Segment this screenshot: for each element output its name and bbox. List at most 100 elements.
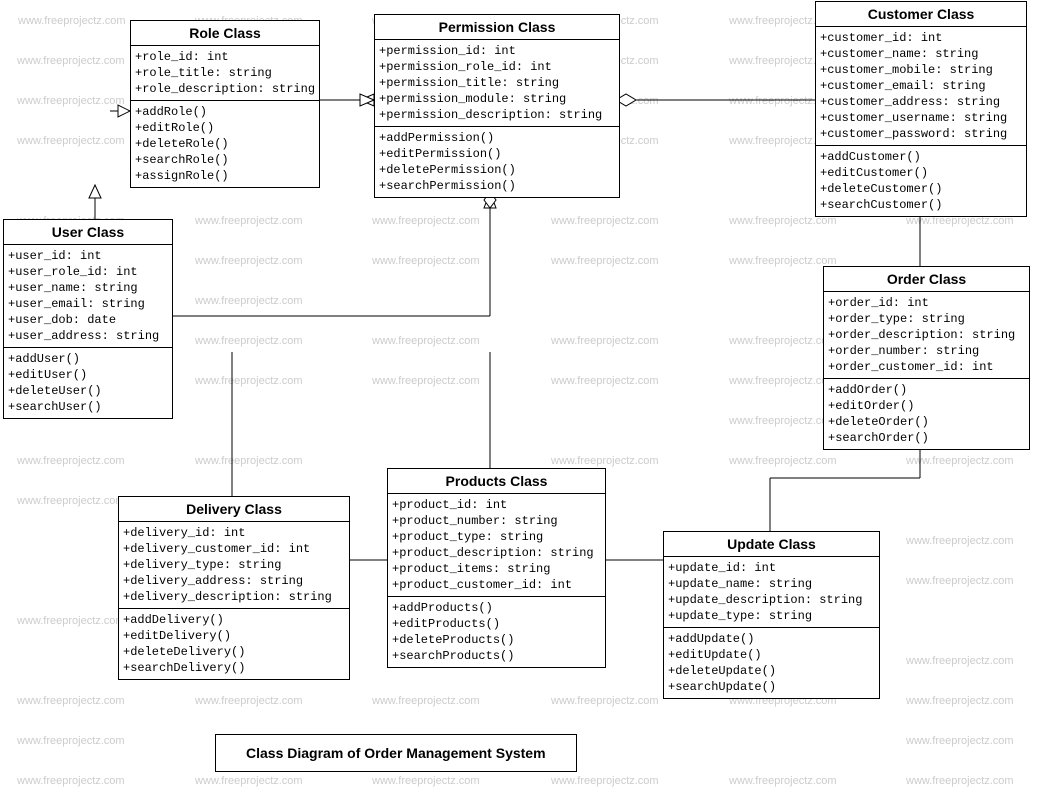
class-order: Order Class +order_id: int+order_type: s… — [823, 266, 1030, 450]
class-role: Role Class +role_id: int+role_title: str… — [130, 20, 320, 188]
class-user-attrs: +user_id: int+user_role_id: int+user_nam… — [4, 245, 172, 347]
class-member: +update_id: int — [668, 560, 875, 576]
watermark: www.freeprojectz.com — [551, 455, 659, 467]
class-member: +editOrder() — [828, 398, 1025, 414]
class-user-title: User Class — [4, 220, 172, 245]
class-member: +editProducts() — [392, 616, 601, 632]
class-member: +permission_module: string — [379, 91, 615, 107]
class-products-ops: +addProducts()+editProducts()+deleteProd… — [388, 596, 605, 667]
watermark: www.freeprojectz.com — [372, 695, 480, 707]
watermark: www.freeprojectz.com — [729, 415, 837, 427]
class-update-attrs: +update_id: int+update_name: string+upda… — [664, 557, 879, 627]
class-member: +editRole() — [135, 120, 315, 136]
class-member: +delivery_customer_id: int — [123, 541, 345, 557]
class-member: +deleteProducts() — [392, 632, 601, 648]
class-member: +order_description: string — [828, 327, 1025, 343]
class-member: +delivery_id: int — [123, 525, 345, 541]
class-permission: Permission Class +permission_id: int+per… — [374, 14, 620, 198]
watermark: www.freeprojectz.com — [729, 775, 837, 787]
class-member: +searchPermission() — [379, 178, 615, 194]
class-role-ops: +addRole()+editRole()+deleteRole()+searc… — [131, 100, 319, 187]
class-products: Products Class +product_id: int+product_… — [387, 468, 606, 668]
class-member: +customer_username: string — [820, 110, 1022, 126]
class-member: +addOrder() — [828, 382, 1025, 398]
class-member: +user_role_id: int — [8, 264, 168, 280]
class-permission-title: Permission Class — [375, 15, 619, 40]
watermark: www.freeprojectz.com — [195, 255, 303, 267]
class-update-ops: +addUpdate()+editUpdate()+deleteUpdate()… — [664, 627, 879, 698]
watermark: www.freeprojectz.com — [372, 215, 480, 227]
class-member: +deleteCustomer() — [820, 181, 1022, 197]
class-member: +delivery_description: string — [123, 589, 345, 605]
class-member: +role_title: string — [135, 65, 315, 81]
watermark: www.freeprojectz.com — [551, 375, 659, 387]
class-member: +editCustomer() — [820, 165, 1022, 181]
class-member: +update_type: string — [668, 608, 875, 624]
class-member: +deleteDelivery() — [123, 644, 345, 660]
watermark: www.freeprojectz.com — [195, 455, 303, 467]
class-member: +role_description: string — [135, 81, 315, 97]
class-role-attrs: +role_id: int+role_title: string+role_de… — [131, 46, 319, 100]
class-member: +user_email: string — [8, 296, 168, 312]
class-member: +order_number: string — [828, 343, 1025, 359]
class-member: +permission_role_id: int — [379, 59, 615, 75]
class-customer-ops: +addCustomer()+editCustomer()+deleteCust… — [816, 145, 1026, 216]
class-member: +user_address: string — [8, 328, 168, 344]
class-delivery-title: Delivery Class — [119, 497, 349, 522]
class-member: +customer_id: int — [820, 30, 1022, 46]
watermark: www.freeprojectz.com — [17, 95, 125, 107]
watermark: www.freeprojectz.com — [906, 775, 1014, 787]
class-member: +order_type: string — [828, 311, 1025, 327]
watermark: www.freeprojectz.com — [729, 335, 837, 347]
watermark: www.freeprojectz.com — [551, 335, 659, 347]
class-member: +role_id: int — [135, 49, 315, 65]
class-member: +addDelivery() — [123, 612, 345, 628]
watermark: www.freeprojectz.com — [195, 295, 303, 307]
class-member: +searchOrder() — [828, 430, 1025, 446]
watermark: www.freeprojectz.com — [195, 695, 303, 707]
watermark: www.freeprojectz.com — [17, 55, 125, 67]
class-member: +permission_title: string — [379, 75, 615, 91]
class-member: +delivery_type: string — [123, 557, 345, 573]
watermark: www.freeprojectz.com — [729, 375, 837, 387]
class-member: +addCustomer() — [820, 149, 1022, 165]
watermark: www.freeprojectz.com — [372, 255, 480, 267]
watermark: www.freeprojectz.com — [551, 215, 659, 227]
class-member: +order_customer_id: int — [828, 359, 1025, 375]
class-member: +product_description: string — [392, 545, 601, 561]
watermark: www.freeprojectz.com — [17, 775, 125, 787]
class-customer-title: Customer Class — [816, 2, 1026, 27]
caption-text: Class Diagram of Order Management System — [246, 745, 546, 761]
class-member: +product_customer_id: int — [392, 577, 601, 593]
watermark: www.freeprojectz.com — [17, 615, 125, 627]
class-member: +addPermission() — [379, 130, 615, 146]
class-member: +permission_id: int — [379, 43, 615, 59]
class-member: +addUser() — [8, 351, 168, 367]
class-member: +user_name: string — [8, 280, 168, 296]
watermark: www.freeprojectz.com — [906, 575, 1014, 587]
class-member: +searchUpdate() — [668, 679, 875, 695]
class-member: +customer_address: string — [820, 94, 1022, 110]
class-member: +product_type: string — [392, 529, 601, 545]
class-member: +update_description: string — [668, 592, 875, 608]
class-member: +assignRole() — [135, 168, 315, 184]
class-products-attrs: +product_id: int+product_number: string+… — [388, 494, 605, 596]
class-member: +editPermission() — [379, 146, 615, 162]
watermark: www.freeprojectz.com — [195, 775, 303, 787]
class-member: +customer_email: string — [820, 78, 1022, 94]
diagram-caption: Class Diagram of Order Management System — [215, 734, 577, 772]
watermark: www.freeprojectz.com — [17, 495, 125, 507]
class-member: +product_id: int — [392, 497, 601, 513]
class-member: +delivery_address: string — [123, 573, 345, 589]
class-delivery-ops: +addDelivery()+editDelivery()+deleteDeli… — [119, 608, 349, 679]
class-member: +addRole() — [135, 104, 315, 120]
watermark: www.freeprojectz.com — [17, 735, 125, 747]
class-update-title: Update Class — [664, 532, 879, 557]
watermark: www.freeprojectz.com — [551, 255, 659, 267]
class-member: +addProducts() — [392, 600, 601, 616]
watermark: www.freeprojectz.com — [195, 215, 303, 227]
class-member: +searchCustomer() — [820, 197, 1022, 213]
class-member: +deleteOrder() — [828, 414, 1025, 430]
class-member: +editUpdate() — [668, 647, 875, 663]
watermark: www.freeprojectz.com — [906, 735, 1014, 747]
